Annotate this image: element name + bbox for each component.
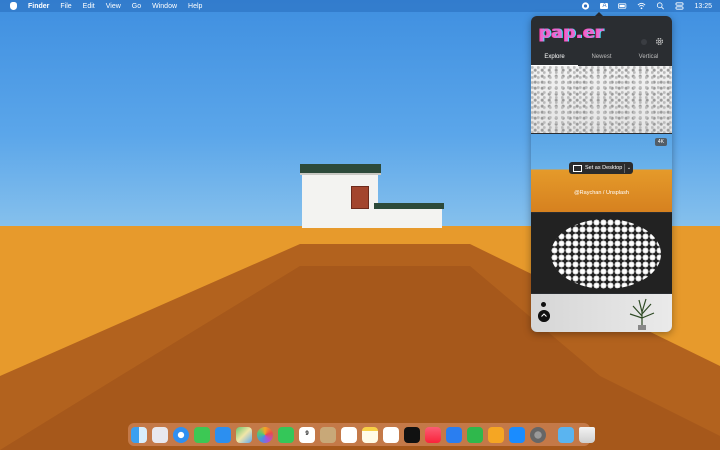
apple-tv-icon[interactable] xyxy=(404,426,420,443)
flowers-image xyxy=(551,219,661,289)
mail-icon[interactable] xyxy=(215,426,231,443)
house-roof xyxy=(300,164,381,175)
tab-explore[interactable]: Explore xyxy=(531,52,578,66)
menu-window[interactable]: Window xyxy=(152,3,177,10)
downloads-folder-icon[interactable] xyxy=(558,426,574,443)
gear-icon[interactable] xyxy=(655,37,664,46)
facetime-icon[interactable] xyxy=(278,426,294,443)
wifi-icon[interactable] xyxy=(637,2,646,10)
messages-icon[interactable] xyxy=(194,426,210,443)
notes-icon[interactable] xyxy=(362,426,378,443)
tab-newest[interactable]: Newest xyxy=(578,52,625,66)
status-area: A 13:25 xyxy=(581,0,712,12)
wallpaper-list[interactable]: 4K Set as Desktop ⌄ @Raychan / Unsplash xyxy=(531,66,672,332)
trash-icon[interactable] xyxy=(579,426,595,443)
calendar-icon[interactable]: 9 xyxy=(299,426,315,443)
menu-file[interactable]: File xyxy=(60,3,71,10)
menu-go[interactable]: Go xyxy=(132,3,141,10)
calendar-day: 9 xyxy=(305,430,309,437)
scroll-top-icon[interactable] xyxy=(538,310,550,322)
apple-menu-icon[interactable] xyxy=(10,2,17,10)
photo-credit[interactable]: @Raychan / Unsplash xyxy=(531,190,672,196)
set-as-desktop-button[interactable]: Set as Desktop ⌄ xyxy=(569,162,633,174)
dock: 9 xyxy=(128,423,595,446)
menu-app-name[interactable]: Finder xyxy=(28,3,49,10)
scroll-indicator-dot xyxy=(541,302,546,307)
resolution-badge: 4K xyxy=(654,138,667,146)
wallpaper-thumb-dune[interactable]: 4K Set as Desktop ⌄ @Raychan / Unsplash xyxy=(531,134,672,212)
maps-icon[interactable] xyxy=(236,426,252,443)
system-settings-icon[interactable] xyxy=(530,426,546,443)
paper-logo: pap.er xyxy=(539,23,605,43)
house-window xyxy=(351,186,369,209)
pages-icon[interactable] xyxy=(488,426,504,443)
keynote-icon[interactable] xyxy=(446,426,462,443)
reminders-icon[interactable] xyxy=(341,426,357,443)
set-desktop-label: Set as Desktop xyxy=(585,165,623,171)
wallpaper-thumb-birds[interactable] xyxy=(531,66,672,133)
wallpaper-thumb-plant[interactable] xyxy=(531,294,672,332)
paper-status-icon[interactable] xyxy=(581,2,590,10)
battery-icon[interactable] xyxy=(618,2,627,10)
monitor-icon xyxy=(573,164,582,172)
house-annex-wall xyxy=(376,208,442,228)
input-source-icon[interactable]: A xyxy=(600,3,609,9)
contacts-icon[interactable] xyxy=(320,426,336,443)
finder-icon[interactable] xyxy=(131,426,147,443)
tab-vertical[interactable]: Vertical xyxy=(625,52,672,66)
plant-image xyxy=(629,298,655,330)
menu-view[interactable]: View xyxy=(106,3,121,10)
app-store-icon[interactable] xyxy=(509,426,525,443)
menu-edit[interactable]: Edit xyxy=(83,3,95,10)
chevron-down-icon[interactable]: ⌄ xyxy=(625,165,633,171)
launchpad-icon[interactable] xyxy=(152,426,168,443)
freeform-icon[interactable] xyxy=(383,426,399,443)
wallpaper-thumb-flowers[interactable] xyxy=(531,213,672,293)
music-icon[interactable] xyxy=(425,426,441,443)
photos-icon[interactable] xyxy=(257,426,273,443)
search-icon[interactable] xyxy=(656,2,665,10)
status-dot xyxy=(641,39,647,45)
numbers-icon[interactable] xyxy=(467,426,483,443)
control-center-icon[interactable] xyxy=(675,2,684,10)
paper-tabs: Explore Newest Vertical xyxy=(531,52,672,66)
menu-clock[interactable]: 13:25 xyxy=(694,3,712,10)
paper-popover: pap.er Explore Newest Vertical 4K Set as… xyxy=(531,16,672,332)
house-annex-roof xyxy=(374,203,444,209)
safari-icon[interactable] xyxy=(173,426,189,443)
menu-help[interactable]: Help xyxy=(188,3,202,10)
menu-bar: Finder File Edit View Go Window Help A 1… xyxy=(0,0,720,12)
